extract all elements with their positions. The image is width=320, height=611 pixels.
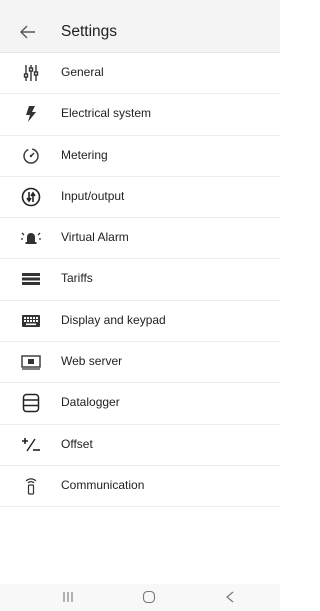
nav-back-icon [225, 591, 235, 603]
settings-item-virtual-alarm[interactable]: Virtual Alarm [0, 218, 280, 260]
settings-item-label: Metering [61, 147, 108, 162]
alarm-bell-icon [19, 226, 43, 250]
settings-item-communication[interactable]: Communication [0, 466, 280, 508]
app-bar: Settings [0, 0, 280, 53]
settings-item-label: General [61, 65, 104, 79]
settings-item-datalogger[interactable]: Datalogger [0, 383, 280, 425]
keyboard-icon [19, 309, 43, 333]
home-button[interactable] [137, 586, 161, 608]
meter-gauge-icon [19, 144, 43, 168]
settings-item-label: Input/output [61, 188, 125, 203]
tariffs-list-icon [19, 267, 43, 291]
settings-item-tariffs[interactable]: Tariffs [0, 259, 280, 301]
arrow-left-icon [20, 25, 36, 39]
page-title: Settings [61, 23, 118, 40]
settings-item-label: Electrical system [61, 106, 152, 121]
settings-item-label: Tariffs [61, 271, 93, 286]
settings-item-metering[interactable]: Metering [0, 136, 280, 177]
back-button[interactable] [16, 20, 40, 44]
lightning-icon [19, 102, 43, 126]
recent-apps-icon [62, 591, 74, 603]
settings-item-display-and-keypad[interactable]: Display and keypad [0, 301, 280, 343]
settings-item-label: Display and keypad [61, 312, 166, 327]
recent-apps-button[interactable] [56, 586, 80, 608]
home-icon [142, 590, 156, 604]
settings-item-electrical-system[interactable]: Electrical system [0, 94, 280, 136]
web-server-icon [19, 350, 43, 374]
settings-list: General Electrical system Metering Input… [0, 53, 280, 508]
settings-item-offset[interactable]: Offset [0, 425, 280, 466]
nav-back-button[interactable] [218, 586, 242, 608]
settings-item-web-server[interactable]: Web server [0, 342, 280, 384]
settings-item-label: Offset [61, 436, 93, 451]
system-nav-bar [0, 584, 280, 611]
plus-minus-icon [19, 433, 43, 457]
sliders-icon [19, 61, 43, 85]
settings-item-label: Virtual Alarm [61, 230, 129, 245]
settings-item-label: Communication [61, 477, 145, 492]
settings-item-label: Web server [61, 354, 123, 369]
settings-item-label: Datalogger [61, 395, 120, 410]
settings-item-general[interactable]: General [0, 53, 280, 95]
antenna-icon [19, 474, 43, 498]
input-output-icon [19, 185, 43, 209]
database-icon [19, 391, 43, 415]
settings-item-input-output[interactable]: Input/output [0, 177, 280, 219]
